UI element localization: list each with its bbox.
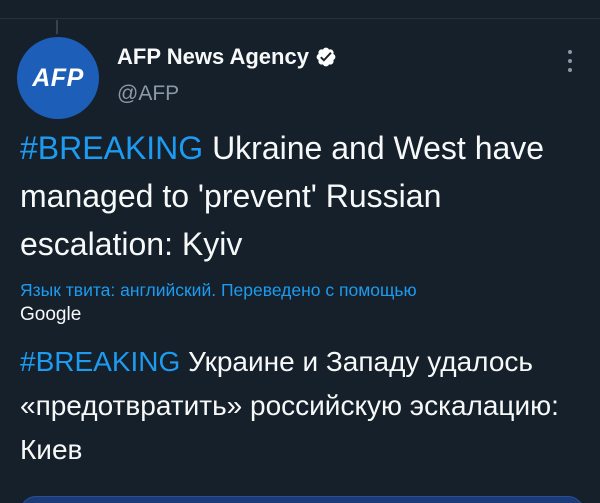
translation-note-link[interactable]: Язык твита: английский. Переведено с пом… <box>20 279 590 301</box>
thread-connector-line <box>56 20 58 34</box>
author-handle[interactable]: @AFP <box>117 82 179 106</box>
more-dot <box>568 68 572 72</box>
more-dot <box>568 50 572 54</box>
verified-badge-icon <box>316 47 336 67</box>
translation-provider: Google <box>20 304 82 325</box>
translated-hashtag-link[interactable]: #BREAKING <box>20 346 180 377</box>
tweet-text: #BREAKING Ukraine and West have managed … <box>20 124 585 268</box>
avatar[interactable]: AFP <box>17 37 99 119</box>
media-card-preview[interactable] <box>20 496 584 503</box>
author-display-name[interactable]: AFP News Agency <box>117 44 309 70</box>
more-dot <box>568 59 572 63</box>
hashtag-link[interactable]: #BREAKING <box>20 130 203 166</box>
avatar-logo-text: AFP <box>32 63 84 92</box>
more-options-icon[interactable] <box>560 50 580 72</box>
author-name-row[interactable]: AFP News Agency <box>117 44 337 70</box>
top-divider <box>0 18 600 19</box>
translated-tweet-text: #BREAKING Украине и Западу удалось «пред… <box>20 340 585 472</box>
